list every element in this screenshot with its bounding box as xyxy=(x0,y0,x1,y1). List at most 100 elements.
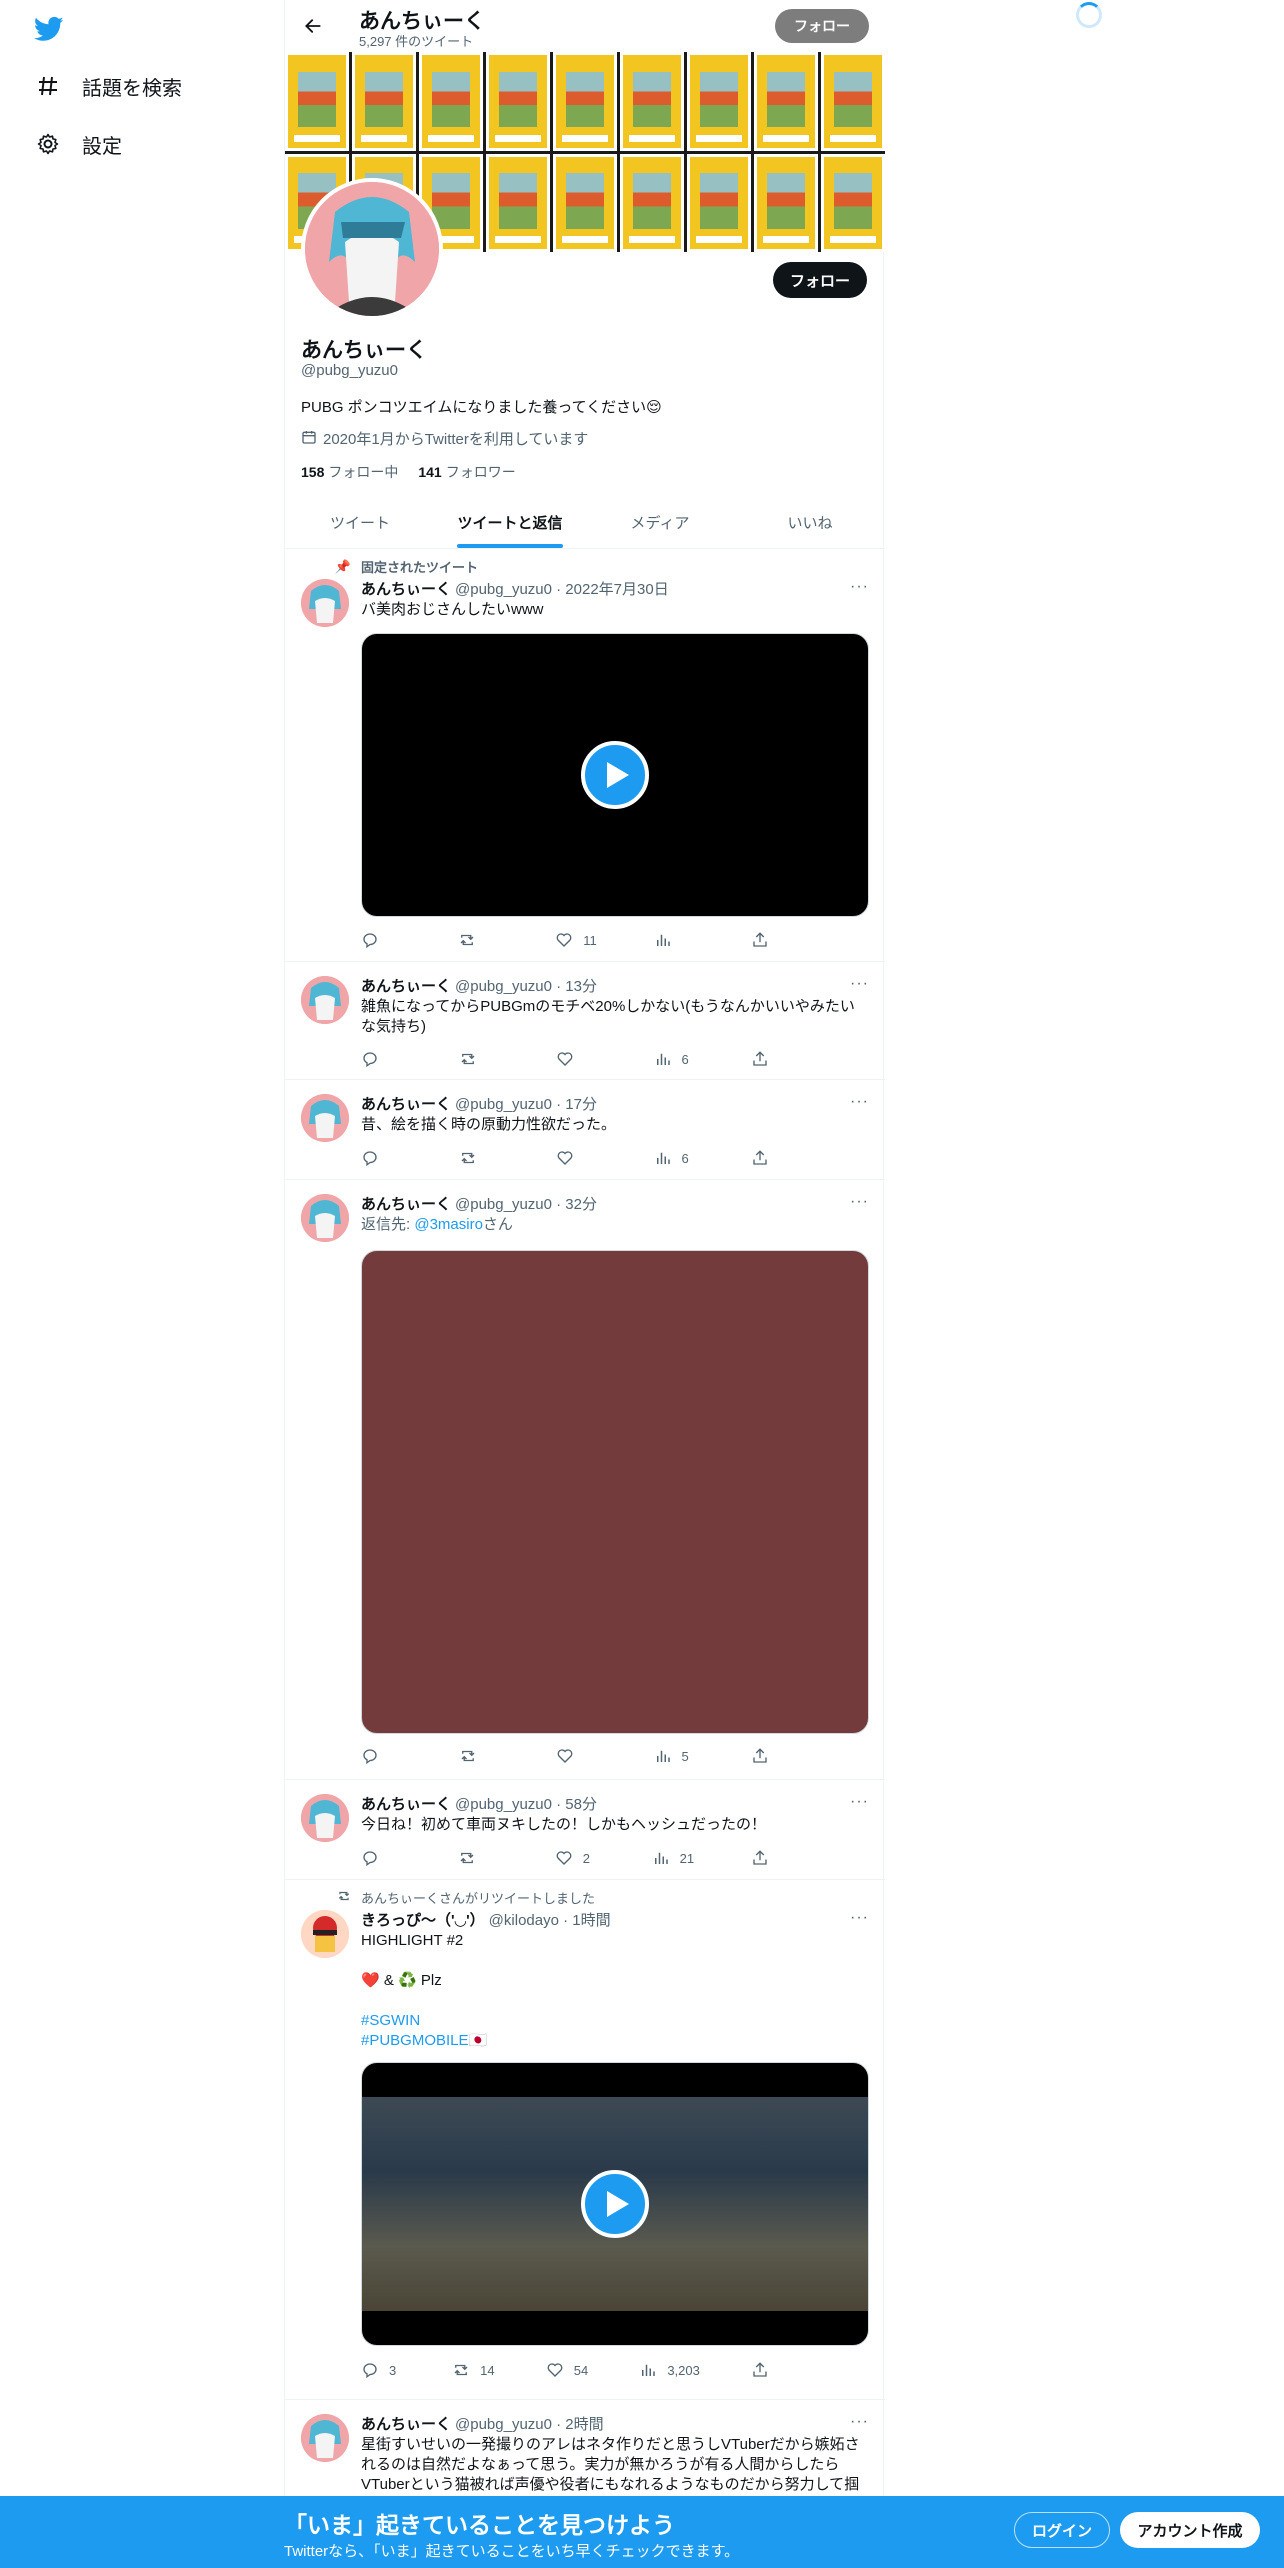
tweet-author-name[interactable]: あんちぃーく xyxy=(361,1196,451,1213)
retweet-button[interactable]: 14 xyxy=(452,2360,495,2380)
retweet-button[interactable] xyxy=(458,930,498,950)
retweeted-label[interactable]: あんちぃーくさんがリツイートしました xyxy=(361,1888,595,1907)
like-button[interactable]: 2 xyxy=(555,1848,595,1868)
header-follow-button[interactable]: フォロー xyxy=(775,9,869,43)
tweet-author-name[interactable]: あんちぃーく xyxy=(361,978,451,995)
login-button[interactable]: ログイン xyxy=(1014,2512,1110,2548)
tweet[interactable]: あんちぃーく @pubg_yuzu0 · 17分 ··· 昔、絵を描く時の原動力性… xyxy=(285,1080,885,1180)
tweet[interactable]: あんちぃーく @pubg_yuzu0 · 58分 ··· 今日ね！初めて車両ヌキし… xyxy=(285,1780,885,1880)
reply-button[interactable]: 3 xyxy=(361,2360,401,2380)
views-button[interactable] xyxy=(654,930,694,950)
views-button[interactable]: 21 xyxy=(652,1848,694,1868)
nav-settings[interactable]: 設定 xyxy=(34,124,122,164)
tweet-handle[interactable]: @pubg_yuzu0 · 2時間 xyxy=(455,2416,604,2433)
views-button[interactable]: 5 xyxy=(654,1746,694,1766)
share-button[interactable] xyxy=(751,1049,791,1069)
tweet-author-name[interactable]: あんちぃーく xyxy=(361,2416,451,2433)
tweet-pinned[interactable]: 📌 固定されたツイート あんちぃーく @pubg_yuzu0 · 2022年7月3… xyxy=(285,549,885,962)
tweet-handle[interactable]: @pubg_yuzu0 · 58分 xyxy=(455,1796,597,1813)
reply-button[interactable] xyxy=(361,1848,401,1868)
more-icon[interactable]: ··· xyxy=(850,1193,869,1211)
views-button[interactable]: 6 xyxy=(654,1148,694,1168)
banner-card xyxy=(553,52,617,151)
hashtag-2[interactable]: #PUBGMOBILE🇯🇵 xyxy=(361,2031,869,2051)
tweet-handle[interactable]: @pubg_yuzu0 · 17分 xyxy=(455,1096,597,1113)
share-button[interactable] xyxy=(751,1746,791,1766)
play-icon[interactable] xyxy=(581,2170,649,2238)
tweet-handle[interactable]: @pubg_yuzu0 · 13分 xyxy=(455,978,597,995)
signup-button[interactable]: アカウント作成 xyxy=(1120,2512,1260,2548)
tweet-image[interactable] xyxy=(361,1250,869,1734)
tweet[interactable]: あんちぃーく @pubg_yuzu0 · 32分 ··· 返信先: @3masir… xyxy=(285,1180,885,1780)
more-icon[interactable]: ··· xyxy=(850,1909,869,1927)
retweet-button[interactable] xyxy=(459,1746,499,1766)
hashtag-link[interactable]: #PUBGMOBILE🇯🇵 xyxy=(361,2032,487,2049)
heart-icon xyxy=(557,1052,573,1066)
avatar[interactable] xyxy=(301,1910,349,1958)
analytics-icon xyxy=(656,934,670,946)
tweet-author-name[interactable]: きろっぴ〜（'◡'） xyxy=(361,1912,485,1929)
nav-explore[interactable]: 話題を検索 xyxy=(34,66,182,106)
avatar[interactable] xyxy=(301,1194,349,1242)
banner-card xyxy=(754,153,818,252)
banner-card xyxy=(687,52,751,151)
hashtag-link[interactable]: #SGWIN xyxy=(361,2012,420,2029)
avatar[interactable] xyxy=(301,1794,349,1842)
tweet-author-name[interactable]: あんちぃーく xyxy=(361,1796,451,1813)
profile-avatar[interactable] xyxy=(301,178,443,320)
tweet-video[interactable] xyxy=(361,633,869,917)
retweet-button[interactable] xyxy=(458,1848,498,1868)
tab-likes[interactable]: いいね xyxy=(735,496,885,548)
analytics-icon xyxy=(656,1152,670,1164)
views-button[interactable]: 6 xyxy=(654,1049,694,1069)
followers-link[interactable]: 141 フォロワー xyxy=(418,462,515,482)
avatar[interactable] xyxy=(301,976,349,1024)
views-count: 3,203 xyxy=(667,2362,700,2378)
tweet[interactable]: あんちぃーく @pubg_yuzu0 · 13分 ··· 雑魚になってからPUBG… xyxy=(285,962,885,1080)
tweet-handle[interactable]: @kilodayo · 1時間 xyxy=(489,1912,611,1929)
tweet-author-name[interactable]: あんちぃーく xyxy=(361,581,451,598)
tweet-handle[interactable]: @pubg_yuzu0 · 32分 xyxy=(455,1196,597,1213)
tweet-handle[interactable]: @pubg_yuzu0 · 2022年7月30日 xyxy=(455,581,669,598)
share-button[interactable] xyxy=(751,1148,791,1168)
like-button[interactable] xyxy=(556,1049,596,1069)
share-button[interactable] xyxy=(751,1848,791,1868)
tweet-actions: 6 xyxy=(361,1148,791,1168)
reply-button[interactable] xyxy=(361,1148,401,1168)
retweet-button[interactable] xyxy=(459,1148,499,1168)
like-button[interactable] xyxy=(556,1746,596,1766)
reply-button[interactable] xyxy=(361,930,401,950)
tab-media[interactable]: メディア xyxy=(585,496,735,548)
like-button[interactable]: 11 xyxy=(555,930,597,950)
tab-tweets-and-replies[interactable]: ツイートと返信 xyxy=(435,496,585,548)
more-icon[interactable]: ··· xyxy=(850,975,869,993)
avatar[interactable] xyxy=(301,1094,349,1142)
tweet-retweeted[interactable]: あんちぃーくさんがリツイートしました きろっぴ〜（'◡'） @kilodayo ·… xyxy=(285,1880,885,2400)
reply-to-user[interactable]: @3masiro xyxy=(414,1216,483,1233)
share-button[interactable] xyxy=(751,2360,791,2380)
nav-settings-label: 設定 xyxy=(82,135,122,158)
twitter-logo-icon[interactable] xyxy=(32,14,66,44)
share-button[interactable] xyxy=(751,930,791,950)
tweet-header: あんちぃーく @pubg_yuzu0 · 17分 xyxy=(361,1093,597,1114)
more-icon[interactable]: ··· xyxy=(850,1793,869,1811)
views-button[interactable]: 3,203 xyxy=(639,2360,700,2380)
hashtag-1[interactable]: #SGWIN xyxy=(361,2011,869,2031)
back-arrow-icon[interactable] xyxy=(299,12,327,40)
tab-tweets[interactable]: ツイート xyxy=(285,496,435,548)
following-link[interactable]: 158 フォロー中 xyxy=(301,462,398,482)
tweet-author-name[interactable]: あんちぃーく xyxy=(361,1096,451,1113)
more-icon[interactable]: ··· xyxy=(850,578,869,596)
reply-button[interactable] xyxy=(361,1746,401,1766)
play-icon[interactable] xyxy=(581,741,649,809)
avatar[interactable] xyxy=(301,2414,349,2462)
follow-button[interactable]: フォロー xyxy=(773,262,867,298)
retweet-button[interactable] xyxy=(459,1049,499,1069)
more-icon[interactable]: ··· xyxy=(850,2413,869,2431)
reply-button[interactable] xyxy=(361,1049,401,1069)
avatar[interactable] xyxy=(301,579,349,627)
like-button[interactable]: 54 xyxy=(546,2360,588,2380)
more-icon[interactable]: ··· xyxy=(850,1093,869,1111)
tweet-video[interactable] xyxy=(361,2062,869,2346)
like-button[interactable] xyxy=(556,1148,596,1168)
